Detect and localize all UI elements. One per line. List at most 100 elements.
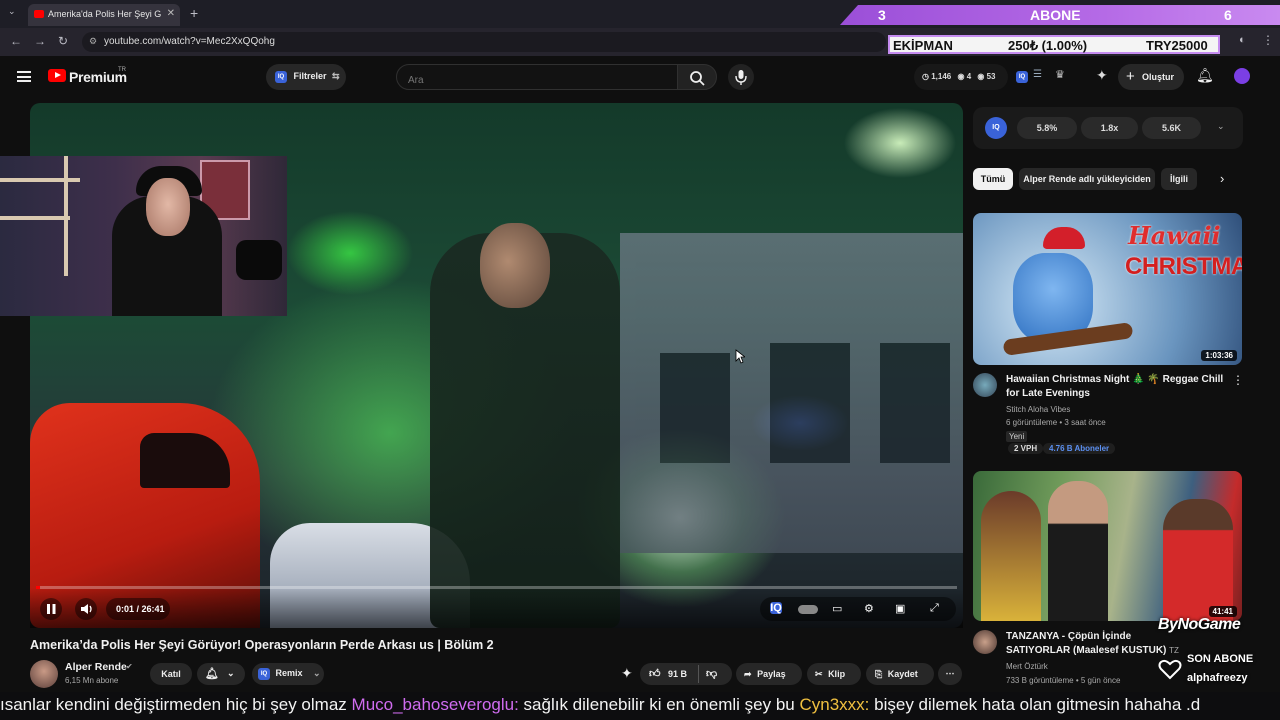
new-tab-icon[interactable]: + [190,5,198,21]
bynogame-logo: ByNoGame [1158,616,1241,633]
search-icon [690,71,705,86]
eye-icon: ◉ [957,72,965,81]
recommended-thumbnail-1[interactable]: Hawaii CHRISTMAS 1:03:36 [973,213,1242,365]
dislike-icon[interactable]: 👎︎ [706,667,717,680]
close-tab-icon[interactable]: ✕ [167,8,175,19]
recommended-channel-2[interactable]: Mert Öztürk [1006,662,1048,671]
gift-action-icon[interactable]: ✦ [621,665,633,682]
back-icon[interactable]: ← [10,34,22,48]
filters-button[interactable]: IQ Filtreler ⇆ [266,64,346,90]
subscription-bell-button[interactable]: 🔔︎ ⌄ [197,663,245,685]
forward-icon[interactable]: → [34,34,46,48]
chat-message-1: ısanlar kendini değiştirmeden hiç bi şey… [0,695,347,714]
chip-uploader[interactable]: Alper Rende adlı yükleyiciden [1019,168,1155,190]
channel-avatar-1[interactable] [973,373,997,397]
subtitles-icon[interactable]: ▭ [832,602,842,615]
last-subscriber-user: alphafreezy [1187,672,1248,684]
account-avatar[interactable] [1234,68,1250,84]
gift-icon[interactable]: ✦ [1096,67,1108,84]
remix-label: Remix [275,668,303,679]
clip-button[interactable]: ✂ Klip [807,663,861,685]
banner-count-right: 6 [1224,7,1232,23]
viewer-stats: ◷ 1,146 ◉ 4 ◉ 53 [914,64,1008,90]
chat-ticker: ısanlar kendini değiştirmeden hiç bi şey… [0,692,1280,720]
like-icon[interactable]: 👍︎ [649,667,661,680]
volume-button[interactable] [75,598,97,620]
share-icon: ➦ [744,669,752,679]
pause-button[interactable] [40,598,62,620]
santa-hat [1043,227,1085,249]
chevron-down-icon-2: ⌄ [313,668,321,679]
extension-icon[interactable]: ◐ [1239,34,1246,46]
search-button[interactable] [677,64,717,90]
like-dislike-group: 👍︎ 91 B 👎︎ [640,663,732,685]
settings-gear-icon[interactable]: ⚙ [864,602,874,615]
hamburger-menu-icon[interactable] [17,71,31,82]
equipment-goal-bar: EKİPMAN 250₺ (1.00%) TRY25000 [888,35,1220,54]
youtube-favicon-icon [34,10,44,18]
progress-bar[interactable] [36,586,957,589]
youtube-logo-icon[interactable] [48,69,66,82]
url-field[interactable]: ⚙ youtube.com/watch?v=Mec2XxQQohg [82,32,886,52]
trophy-icon[interactable]: ♛ [1055,68,1065,81]
recommended-channel-1[interactable]: Stitch Aloha Vibes [1006,405,1070,414]
miniplayer-icon[interactable]: ▣ [895,602,905,615]
autoplay-toggle[interactable] [798,605,818,614]
stat-b: 53 [986,72,996,81]
list-icon[interactable]: ☰ [1033,69,1042,80]
tab-list-icon[interactable]: ⌄ [8,6,16,17]
mouse-cursor-icon [735,349,745,364]
join-button[interactable]: Katıl [150,663,192,685]
eye-icon-2: ◉ [977,72,985,81]
iq-extension-icon[interactable]: IQ [1016,71,1028,83]
microphone-icon [735,70,747,85]
duration-2: 41:41 [1212,607,1233,616]
channel-avatar[interactable] [30,660,58,688]
menu-icon[interactable]: ⋮ [1262,33,1274,47]
save-button[interactable]: ⎘ Kaydet [866,663,934,685]
browser-tab[interactable]: Amerika'da Polis Her Şeyi G ✕ [28,4,180,26]
voice-search-button[interactable] [728,64,754,90]
remix-button[interactable]: IQ Remix ⌄ [252,663,324,685]
chevron-down-icon-iq[interactable]: ⌄ [1217,121,1225,132]
subs-badge: 4.76 B Aboneler [1043,443,1116,454]
recommended-title-2-suffix: TZ [1169,646,1179,655]
iq-stat-2: 1.8x [1081,117,1138,139]
time-display: 0:01 / 26:41 [106,598,170,620]
ekipman-label: EKİPMAN [893,38,953,53]
recommended-title-2-text: TANZANYA - Çöpün İçinde SATIYORLAR (Maal… [1006,631,1167,656]
ekipman-goal: TRY25000 [1146,38,1208,53]
create-label: Oluştur [1142,72,1175,82]
fullscreen-icon[interactable]: ⤢ [930,602,939,615]
iq-logo-icon[interactable]: IQ [985,117,1007,139]
reload-icon[interactable]: ↻ [58,34,68,48]
thumb-text-christmas: CHRISTMAS [1125,253,1242,280]
create-button[interactable]: + Oluştur [1118,64,1184,90]
plus-icon: + [1126,68,1135,85]
thumb-text-hawaii: Hawaii [1128,221,1221,250]
notifications-bell-icon[interactable]: 🔔︎ [1196,67,1214,84]
more-vertical-icon-1[interactable]: ⋮ [1232,373,1244,387]
chip-related[interactable]: İlgili [1161,168,1197,190]
stat-views: 1,146 [931,72,952,81]
channel-avatar-2[interactable] [973,630,997,654]
recommended-title-2[interactable]: TANZANYA - Çöpün İçinde SATIYORLAR (Maal… [1006,630,1181,658]
vph-badge: 2 VPH [1008,443,1044,454]
chevron-right-icon[interactable]: › [1220,171,1224,186]
ekipman-amount: 250₺ (1.00%) [1008,38,1088,53]
recommended-thumbnail-2[interactable]: 41:41 [973,471,1242,621]
channel-name[interactable]: Alper Rende [65,661,127,673]
share-button[interactable]: ➦ Paylaş [736,663,802,685]
more-actions-button[interactable]: ⋯ [938,663,962,685]
site-info-icon[interactable]: ⚙ [89,36,97,47]
chevron-down-icon: ⌄ [227,668,235,678]
bookmark-icon: ⎘ [875,669,883,679]
last-subscriber-label: SON ABONE [1187,653,1254,665]
search-input[interactable] [396,64,678,90]
chat-user-3: Cyn3xxx: [799,695,870,714]
player-right-controls: IQ ▭ ⚙ ▣ ⤢ [760,597,956,621]
recommended-title-1[interactable]: Hawaiian Christmas Night 🎄 🌴 Reggae Chil… [1006,373,1230,401]
chip-all[interactable]: Tümü [973,168,1013,190]
subscriber-count: 6,15 Mn abone [65,676,119,685]
iq-player-icon[interactable]: IQ [770,602,782,614]
